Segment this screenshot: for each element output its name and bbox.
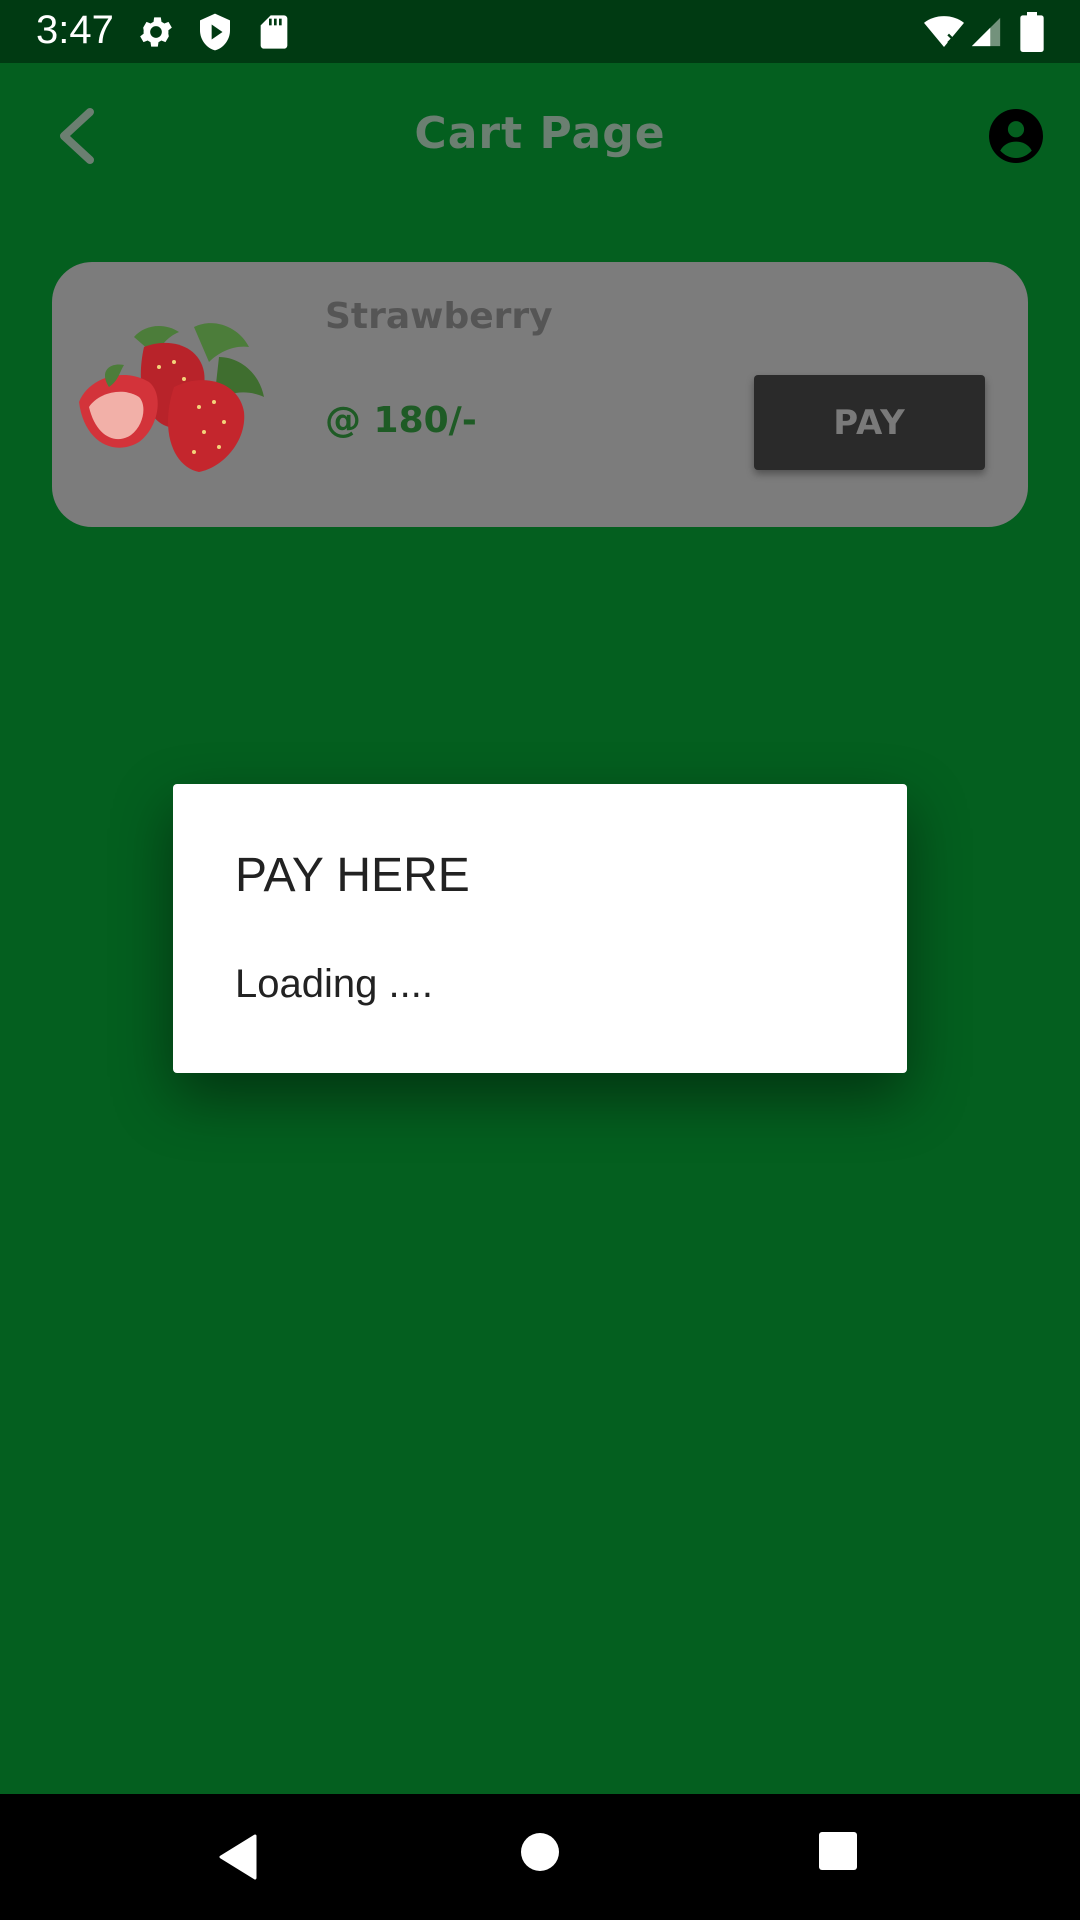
status-bar: 3:47 — [0, 0, 1080, 63]
cell-signal-icon — [971, 17, 1001, 47]
strawberry-image — [79, 323, 264, 472]
nav-home-icon[interactable] — [519, 1831, 561, 1873]
payment-dialog: PAY HERE Loading .... — [173, 784, 907, 1073]
sd-card-icon — [260, 15, 288, 49]
navigation-bar — [0, 1794, 1080, 1920]
settings-icon — [140, 17, 172, 47]
status-time: 3:47 — [36, 8, 114, 52]
pay-button[interactable]: PAY — [754, 375, 985, 470]
wifi-off-icon — [924, 16, 964, 47]
nav-back-icon[interactable] — [215, 1832, 259, 1882]
battery-icon — [1020, 12, 1044, 52]
shield-play-icon — [200, 13, 230, 51]
page-title: Cart Page — [414, 108, 666, 159]
app-bar: Cart Page — [0, 63, 1080, 208]
nav-recents-icon[interactable] — [818, 1831, 858, 1871]
product-name: Strawberry — [325, 296, 553, 337]
dialog-title: PAY HERE — [235, 849, 470, 902]
cart-item-card: Strawberry @ 180/- PAY — [52, 262, 1028, 527]
dialog-message: Loading .... — [235, 962, 433, 1006]
product-price: @ 180/- — [325, 400, 477, 441]
account-circle-icon[interactable] — [989, 109, 1043, 163]
